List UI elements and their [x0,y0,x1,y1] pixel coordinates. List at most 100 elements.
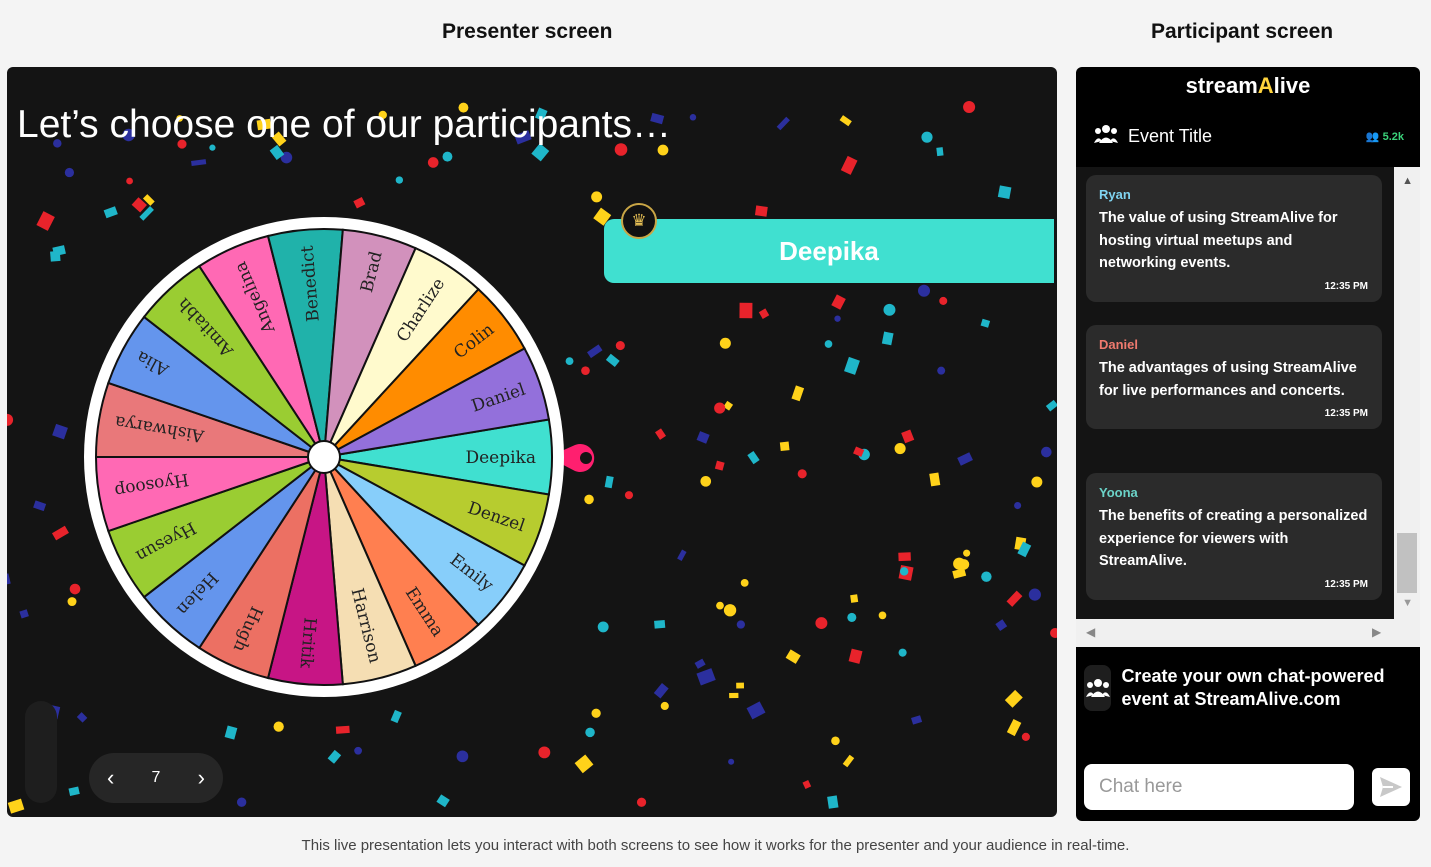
page-number: 7 [151,769,161,786]
wheel-name-label: Hritik [295,617,319,670]
confetti-piece [894,442,906,455]
confetti-piece [273,721,284,732]
confetti-piece [67,597,77,607]
scroll-up-icon[interactable]: ▲ [1402,175,1413,187]
presenter-headline: Let’s choose one of our participants… [17,103,672,146]
chat-message: Daniel The advantages of using StreamAli… [1086,325,1382,429]
confetti-piece [69,583,81,595]
confetti-piece [963,100,976,114]
confetti-piece [847,612,857,622]
send-button[interactable] [1372,768,1410,806]
confetti-piece [723,604,737,617]
confetti-piece [19,609,29,619]
confetti-piece [834,315,841,322]
promo-text: Create your own chat-powered event at St… [1121,666,1385,709]
confetti-piece [52,423,68,440]
confetti-piece [939,296,948,305]
confetti-piece [883,303,896,316]
next-slide-button[interactable]: › [198,767,205,789]
confetti-piece [848,648,863,664]
vertical-scrollbar[interactable]: ▲ ▼ [1394,167,1420,619]
confetti-piece [605,353,620,367]
presenter-screen-title: Presenter screen [442,20,613,43]
confetti-piece [898,552,911,562]
confetti-piece [7,798,25,814]
confetti-piece [779,441,790,452]
confetti-piece [1014,501,1022,510]
confetti-piece [655,428,666,440]
confetti-piece [587,344,603,359]
confetti-piece [36,211,55,231]
confetti-piece [126,177,133,185]
confetti-piece [736,682,745,689]
scroll-left-icon[interactable]: ◀ [1086,625,1095,639]
chat-message: Ryan The value of using StreamAlive for … [1086,175,1382,302]
confetti-piece [929,472,941,487]
confetti-piece [936,147,944,157]
spin-wheel[interactable]: DeepikaDenzelEmilyEmmaHarrisonHritikHugh… [84,217,564,697]
confetti-piece [898,648,907,657]
message-user: Yoona [1099,485,1138,500]
confetti-piece [236,797,247,807]
promo-banner[interactable]: Create your own chat-powered event at St… [1084,665,1412,711]
confetti-piece [456,750,469,763]
confetti-piece [981,571,992,582]
confetti-piece [839,115,852,127]
confetti-piece [728,758,735,765]
confetti-piece [1041,446,1052,458]
confetti-piece [574,754,594,774]
scroll-down-icon[interactable]: ▼ [1402,597,1413,609]
wheel-pointer-hole [580,452,592,464]
confetti-piece [538,746,551,759]
confetti-piece [604,475,614,489]
confetti-piece [878,611,887,620]
participant-screen: streamAlive Event Title 👥 5.2k Ryan The … [1076,67,1420,821]
confetti-piece [76,712,88,723]
confetti-piece [636,797,647,807]
message-text: The advantages of using StreamAlive for … [1099,360,1357,399]
confetti-piece [776,116,790,131]
chat-messages-panel[interactable]: Ryan The value of using StreamAlive for … [1076,167,1420,647]
confetti-piece [911,715,923,725]
chat-input[interactable] [1084,764,1354,810]
send-icon [1380,777,1402,797]
slide-dots-panel[interactable] [25,701,57,803]
confetti-piece [827,795,839,809]
confetti-piece [980,318,991,328]
scrollbar-thumb[interactable] [1397,533,1417,593]
streamalive-logo: streamAlive [1185,73,1311,98]
confetti-piece [840,155,858,175]
confetti-piece [1021,732,1030,741]
footer-note: This live presentation lets you interact… [301,837,1130,854]
confetti-piece [597,621,609,633]
confetti-piece [660,701,669,711]
confetti-piece [729,692,739,699]
confetti-piece [1050,627,1057,638]
confetti-piece [624,491,634,500]
previous-slide-button[interactable]: ‹ [107,767,114,789]
confetti-piece [791,385,805,402]
confetti-piece [33,500,47,512]
confetti-piece [746,701,766,720]
confetti-piece [442,151,453,162]
confetti-piece [815,617,828,630]
confetti-piece [191,159,207,167]
confetti-piece [831,736,840,746]
confetti-piece [395,176,404,184]
confetti-piece [354,746,362,755]
confetti-piece [963,549,971,557]
confetti-piece [565,357,574,366]
confetti-piece [677,549,687,561]
confetti-piece [7,573,11,587]
confetti-piece [696,668,716,686]
confetti-piece [995,619,1008,632]
confetti-piece [850,594,859,603]
horizontal-scrollbar[interactable]: ◀ ▶ [1076,619,1420,647]
confetti-piece [785,649,801,664]
confetti-piece [353,196,366,209]
confetti-piece [591,191,603,203]
confetti-piece [436,794,450,808]
confetti-piece [689,114,697,121]
scroll-right-icon[interactable]: ▶ [1372,625,1381,639]
confetti-piece [901,429,915,444]
